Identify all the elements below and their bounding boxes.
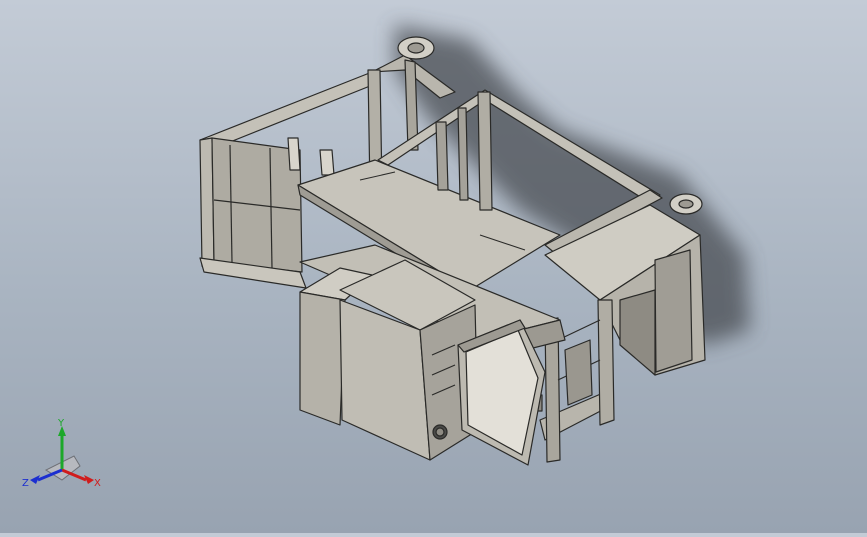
rod — [319, 149, 335, 176]
box-frame-post — [457, 107, 469, 201]
x-axis-label: X — [94, 478, 101, 489]
3d-viewport[interactable]: Y X Z — [0, 0, 867, 533]
rod — [287, 137, 301, 171]
z-axis-label: Z — [22, 478, 29, 489]
right-hopper-front — [619, 289, 656, 376]
coordinate-triad: Y X Z — [22, 418, 112, 498]
curved-plate — [654, 249, 693, 373]
cad-model-view[interactable] — [0, 0, 867, 533]
actuator — [564, 339, 593, 406]
lower-frame-post — [597, 299, 615, 426]
box-frame-post — [477, 91, 493, 211]
box-frame-post — [435, 121, 449, 191]
front-guide-side — [299, 291, 346, 426]
y-axis-label: Y — [57, 418, 65, 429]
